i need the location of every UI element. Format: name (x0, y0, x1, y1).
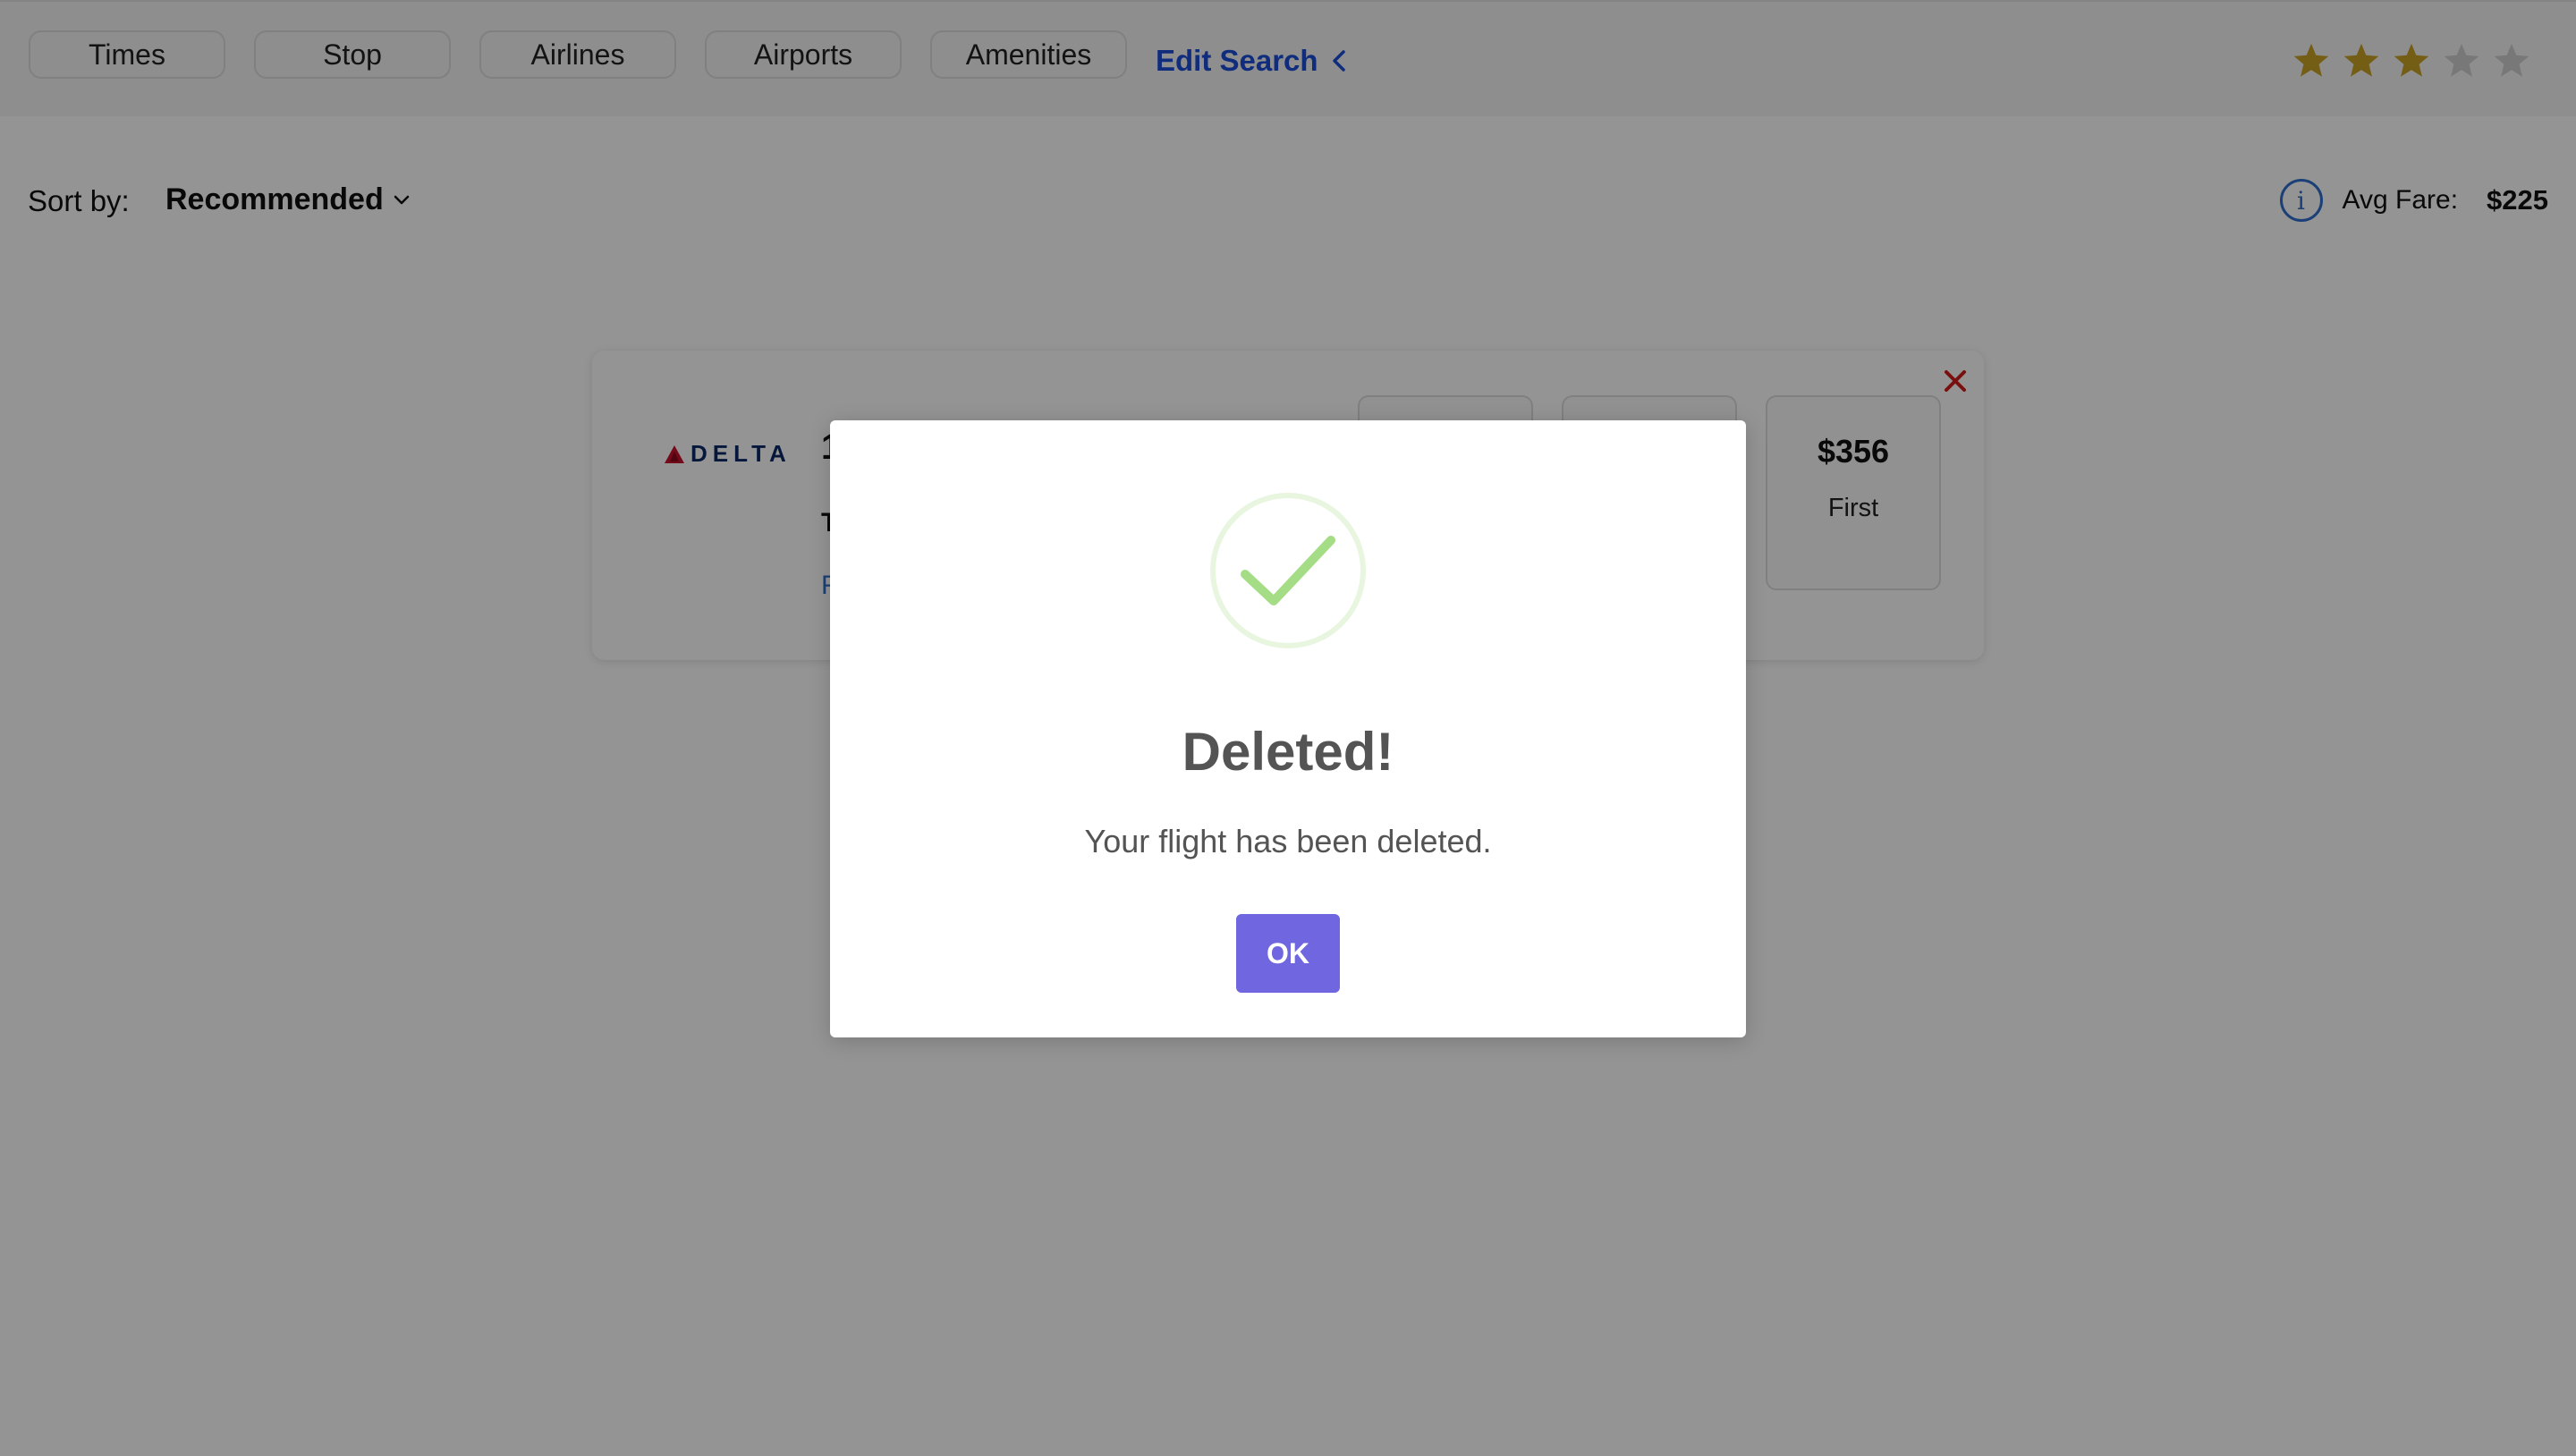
dialog-message: Your flight has been deleted. (1084, 823, 1492, 859)
dialog-title: Deleted! (1182, 722, 1394, 782)
success-dialog: Deleted! Your flight has been deleted. O… (830, 420, 1746, 1037)
ok-button[interactable]: OK (1236, 914, 1340, 993)
success-check-icon (1210, 493, 1366, 648)
